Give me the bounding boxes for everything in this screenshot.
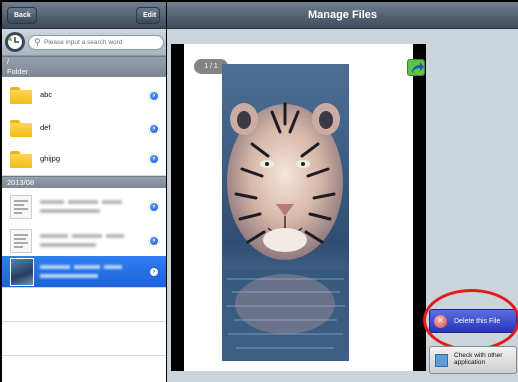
search-field[interactable]: ⚲: [28, 35, 164, 50]
image-thumbnail: [10, 258, 34, 286]
edit-button[interactable]: Edit: [136, 7, 160, 24]
file-row[interactable]: ›: [2, 222, 166, 260]
disclosure-arrow-icon[interactable]: ›: [149, 91, 159, 101]
page-title: Manage Files: [307, 9, 378, 21]
search-icon: ⚲: [34, 37, 41, 47]
folder-icon: [10, 87, 32, 104]
search-bar: ⚲: [2, 29, 166, 56]
disclosure-arrow-icon[interactable]: ›: [149, 124, 159, 134]
disclosure-arrow-icon[interactable]: ›: [149, 202, 159, 212]
search-input[interactable]: [44, 37, 159, 48]
disclosure-arrow-icon[interactable]: ›: [149, 236, 159, 246]
folder-name: def: [40, 123, 51, 132]
file-row[interactable]: ›: [2, 188, 166, 226]
file-detail-panel: Manage Files 1 / 1 ✕ Delete this File Ch…: [167, 2, 518, 382]
right-toolbar: Manage Files: [167, 2, 518, 29]
tiger-photo: [222, 64, 349, 361]
file-preview[interactable]: 1 / 1: [171, 44, 426, 371]
highlight-circle: [423, 289, 518, 351]
current-path: /: [7, 57, 10, 66]
folder-row[interactable]: ghijpg ›: [2, 143, 166, 176]
document-thumbnail-icon: [10, 229, 32, 253]
app-frame: Back Edit ⚲ / Folder abc ›: [0, 0, 518, 382]
disclosure-arrow-icon[interactable]: ›: [149, 154, 159, 164]
folder-name: ghijpg: [40, 154, 61, 163]
folder-icon: [10, 120, 32, 137]
folder-name: abc: [40, 90, 53, 99]
preview-page: 1 / 1: [184, 44, 425, 371]
document-thumbnail-icon: [10, 195, 32, 219]
share-arrow-icon[interactable]: [407, 59, 425, 76]
empty-row: [2, 288, 166, 322]
empty-row: [2, 322, 166, 356]
app-share-icon: [435, 354, 448, 367]
back-button[interactable]: Back: [7, 7, 37, 24]
open-in-other-app-button[interactable]: Check with other application: [429, 346, 517, 374]
left-toolbar: Back Edit: [2, 2, 166, 29]
folder-section-label: Folder: [7, 67, 29, 76]
date-section-header: 2013/08: [2, 176, 166, 188]
disclosure-arrow-icon[interactable]: ›: [149, 267, 159, 277]
history-clock-icon[interactable]: [5, 32, 25, 52]
file-list-panel: Back Edit ⚲ / Folder abc ›: [2, 2, 166, 382]
folder-section-header: / Folder: [2, 56, 166, 77]
folder-icon: [10, 151, 32, 168]
file-row-selected[interactable]: ›: [2, 256, 166, 288]
